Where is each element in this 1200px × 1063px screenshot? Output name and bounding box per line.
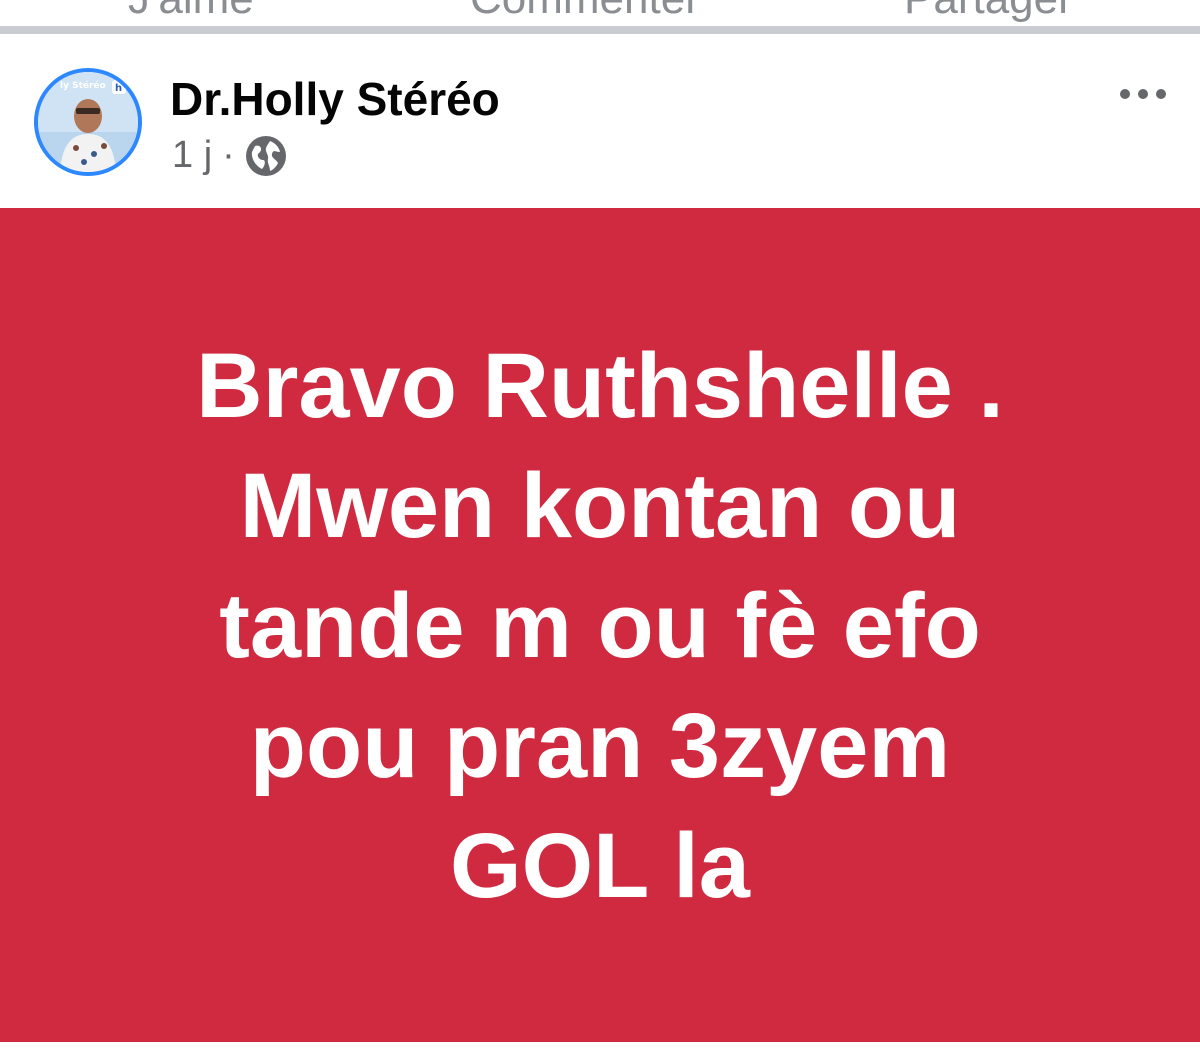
- post-text-line: Mwen kontan ou: [239, 455, 961, 557]
- post-text: Bravo Ruthshelle . Mwen kontan ou tande …: [0, 326, 1200, 926]
- svg-text:h: h: [115, 83, 122, 94]
- post-time[interactable]: 1 j: [172, 134, 212, 177]
- post-footer-strip: [0, 1042, 1200, 1063]
- post-text-line: Bravo Ruthshelle .: [196, 335, 1004, 437]
- globe-icon[interactable]: [245, 135, 287, 177]
- meta-separator: ·: [222, 134, 235, 176]
- post-text-line: tande m ou fè efo: [219, 575, 981, 677]
- share-button[interactable]: Partager: [904, 0, 1073, 24]
- more-options-icon[interactable]: [1116, 82, 1170, 106]
- post-header: ly Stéréo h Dr.Holly Stéréo 1 j ·: [0, 34, 1200, 208]
- author-name[interactable]: Dr.Holly Stéréo: [170, 72, 500, 126]
- like-button[interactable]: J'aime: [128, 0, 254, 24]
- post-meta: 1 j ·: [172, 134, 287, 177]
- feed-divider: [0, 26, 1200, 34]
- post-content[interactable]: Bravo Ruthshelle . Mwen kontan ou tande …: [0, 208, 1200, 1042]
- post-action-bar: J'aime Commenter Partager: [0, 0, 1200, 26]
- comment-button[interactable]: Commenter: [470, 0, 700, 24]
- avatar-image: ly Stéréo h: [38, 72, 138, 172]
- post-text-line: pou pran 3zyem: [249, 695, 951, 797]
- avatar[interactable]: ly Stéréo h: [34, 68, 142, 176]
- post-text-line: GOL la: [450, 815, 750, 917]
- avatar-text: ly Stéréo: [60, 80, 106, 91]
